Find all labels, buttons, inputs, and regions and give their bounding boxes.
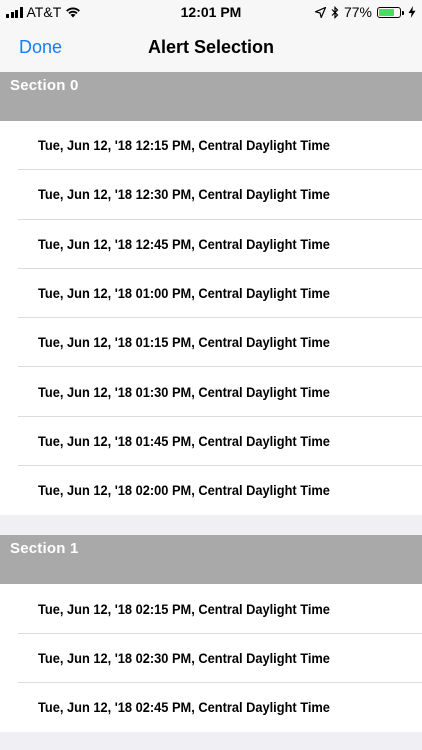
- alert-time-label: Tue, Jun 12, '18 01:15 PM, Central Dayli…: [38, 335, 330, 351]
- alert-time-label: Tue, Jun 12, '18 12:45 PM, Central Dayli…: [38, 236, 330, 252]
- alert-time-label: Tue, Jun 12, '18 01:00 PM, Central Dayli…: [38, 286, 330, 302]
- section-separator: [0, 515, 422, 536]
- alert-row[interactable]: Tue, Jun 12, '18 02:00 PM, Central Dayli…: [0, 466, 422, 516]
- alert-time-label: Tue, Jun 12, '18 02:15 PM, Central Dayli…: [38, 601, 330, 617]
- alert-time-label: Tue, Jun 12, '18 02:30 PM, Central Dayli…: [38, 650, 330, 666]
- alert-row[interactable]: Tue, Jun 12, '18 01:30 PM, Central Dayli…: [0, 367, 422, 418]
- alert-time-label: Tue, Jun 12, '18 02:00 PM, Central Dayli…: [38, 483, 330, 499]
- status-right: 77%: [314, 4, 416, 20]
- alert-table[interactable]: Section 0 Tue, Jun 12, '18 12:15 PM, Cent…: [0, 72, 422, 733]
- alert-row[interactable]: Tue, Jun 12, '18 01:15 PM, Central Dayli…: [0, 318, 422, 368]
- alert-time-label: Tue, Jun 12, '18 12:30 PM, Central Dayli…: [38, 187, 330, 203]
- charging-bolt-icon: [408, 6, 416, 18]
- bluetooth-icon: [331, 5, 339, 19]
- section-header: Section 0: [0, 72, 422, 121]
- alert-row[interactable]: Tue, Jun 12, '18 01:45 PM, Central Dayli…: [0, 416, 422, 467]
- battery-icon: [377, 6, 404, 18]
- alert-row[interactable]: Tue, Jun 12, '18 02:15 PM, Central Dayli…: [0, 584, 422, 634]
- alert-row[interactable]: Tue, Jun 12, '18 12:15 PM, Central Dayli…: [0, 121, 422, 171]
- section-header: Section 1: [0, 535, 422, 585]
- alert-row[interactable]: Tue, Jun 12, '18 12:45 PM, Central Dayli…: [0, 219, 422, 270]
- alert-time-label: Tue, Jun 12, '18 01:45 PM, Central Dayli…: [38, 433, 330, 449]
- alert-row[interactable]: Tue, Jun 12, '18 01:00 PM, Central Dayli…: [0, 268, 422, 319]
- page-title: Alert Selection: [147, 37, 275, 57]
- status-bar: AT&T 12:01 PM 77%: [0, 0, 422, 26]
- alert-row[interactable]: Tue, Jun 12, '18 02:45 PM, Central Dayli…: [0, 682, 422, 733]
- alert-row[interactable]: Tue, Jun 12, '18 02:30 PM, Central Dayli…: [0, 633, 422, 684]
- navigation-bar: Done Alert Selection: [0, 26, 422, 72]
- alert-time-label: Tue, Jun 12, '18 12:15 PM, Central Dayli…: [38, 138, 330, 154]
- battery-percent: 77%: [343, 4, 372, 20]
- alert-time-label: Tue, Jun 12, '18 02:45 PM, Central Dayli…: [38, 700, 330, 716]
- alert-row[interactable]: Tue, Jun 12, '18 12:30 PM, Central Dayli…: [0, 170, 422, 220]
- alert-time-label: Tue, Jun 12, '18 01:30 PM, Central Dayli…: [38, 384, 330, 400]
- location-arrow-icon: [314, 6, 326, 18]
- battery-level: [379, 8, 395, 16]
